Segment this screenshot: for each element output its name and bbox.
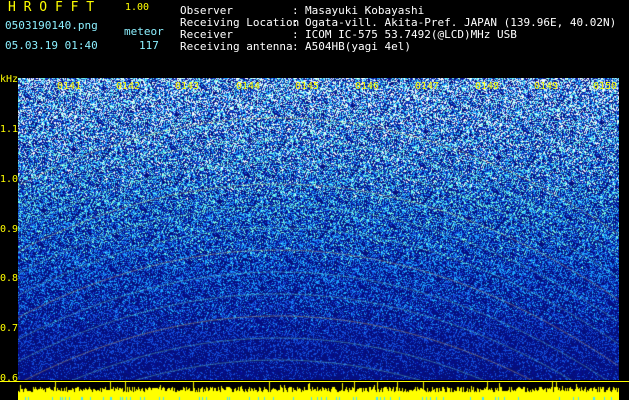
datetime: 05.03.19 01:40 (5, 39, 98, 52)
info-value-antenna: A504HB(yagi 4el) (305, 40, 411, 53)
meteor-label: meteor (124, 25, 164, 38)
meteor-count: 117 (139, 39, 159, 52)
spectrum-baseline (0, 381, 629, 382)
file-name: 0503190140.png (5, 19, 98, 32)
info-value-receiver: ICOM IC-575 53.7492(@LCD)MHz USB (305, 28, 517, 41)
x-tick-label: 0150 (593, 81, 618, 92)
spectrum-bar (18, 380, 619, 400)
y-tick-label: 0.6 (0, 373, 19, 384)
y-tick-label: 1.0 (0, 174, 19, 185)
info-value-observer: Masayuki Kobayashi (305, 4, 425, 17)
info-key-receiver: Receiver (180, 28, 233, 41)
info-sep: : (292, 40, 299, 53)
y-tick-label: 0.8 (0, 273, 19, 284)
info-key-location: Receiving Location (180, 16, 300, 29)
x-tick-label: 0147 (415, 81, 440, 92)
info-sep: : (292, 28, 299, 41)
info-sep: : (292, 16, 299, 29)
app-version: 1.00 (125, 2, 150, 13)
y-tick-label: 0.9 (0, 224, 19, 235)
y-tick-label: 1.1 (0, 124, 19, 135)
x-tick-label: 0142 (116, 81, 141, 92)
info-key-observer: Observer (180, 4, 233, 17)
x-tick-label: 0145 (295, 81, 320, 92)
y-axis-unit: kHz (0, 74, 19, 85)
spectrogram-waterfall (18, 78, 619, 380)
x-tick-label: 0146 (355, 81, 380, 92)
x-tick-label: 0144 (236, 81, 261, 92)
x-tick-label: 0149 (534, 81, 559, 92)
app-title: H R O F F T (8, 0, 95, 15)
info-sep: : (292, 4, 299, 17)
x-tick-label: 0148 (475, 81, 500, 92)
info-value-location: Ogata-vill. Akita-Pref. JAPAN (139.96E, … (305, 16, 617, 29)
x-tick-label: 0143 (175, 81, 200, 92)
info-key-antenna: Receiving antenna (180, 40, 293, 53)
y-tick-label: 0.7 (0, 323, 19, 334)
x-tick-label: 0141 (57, 81, 82, 92)
